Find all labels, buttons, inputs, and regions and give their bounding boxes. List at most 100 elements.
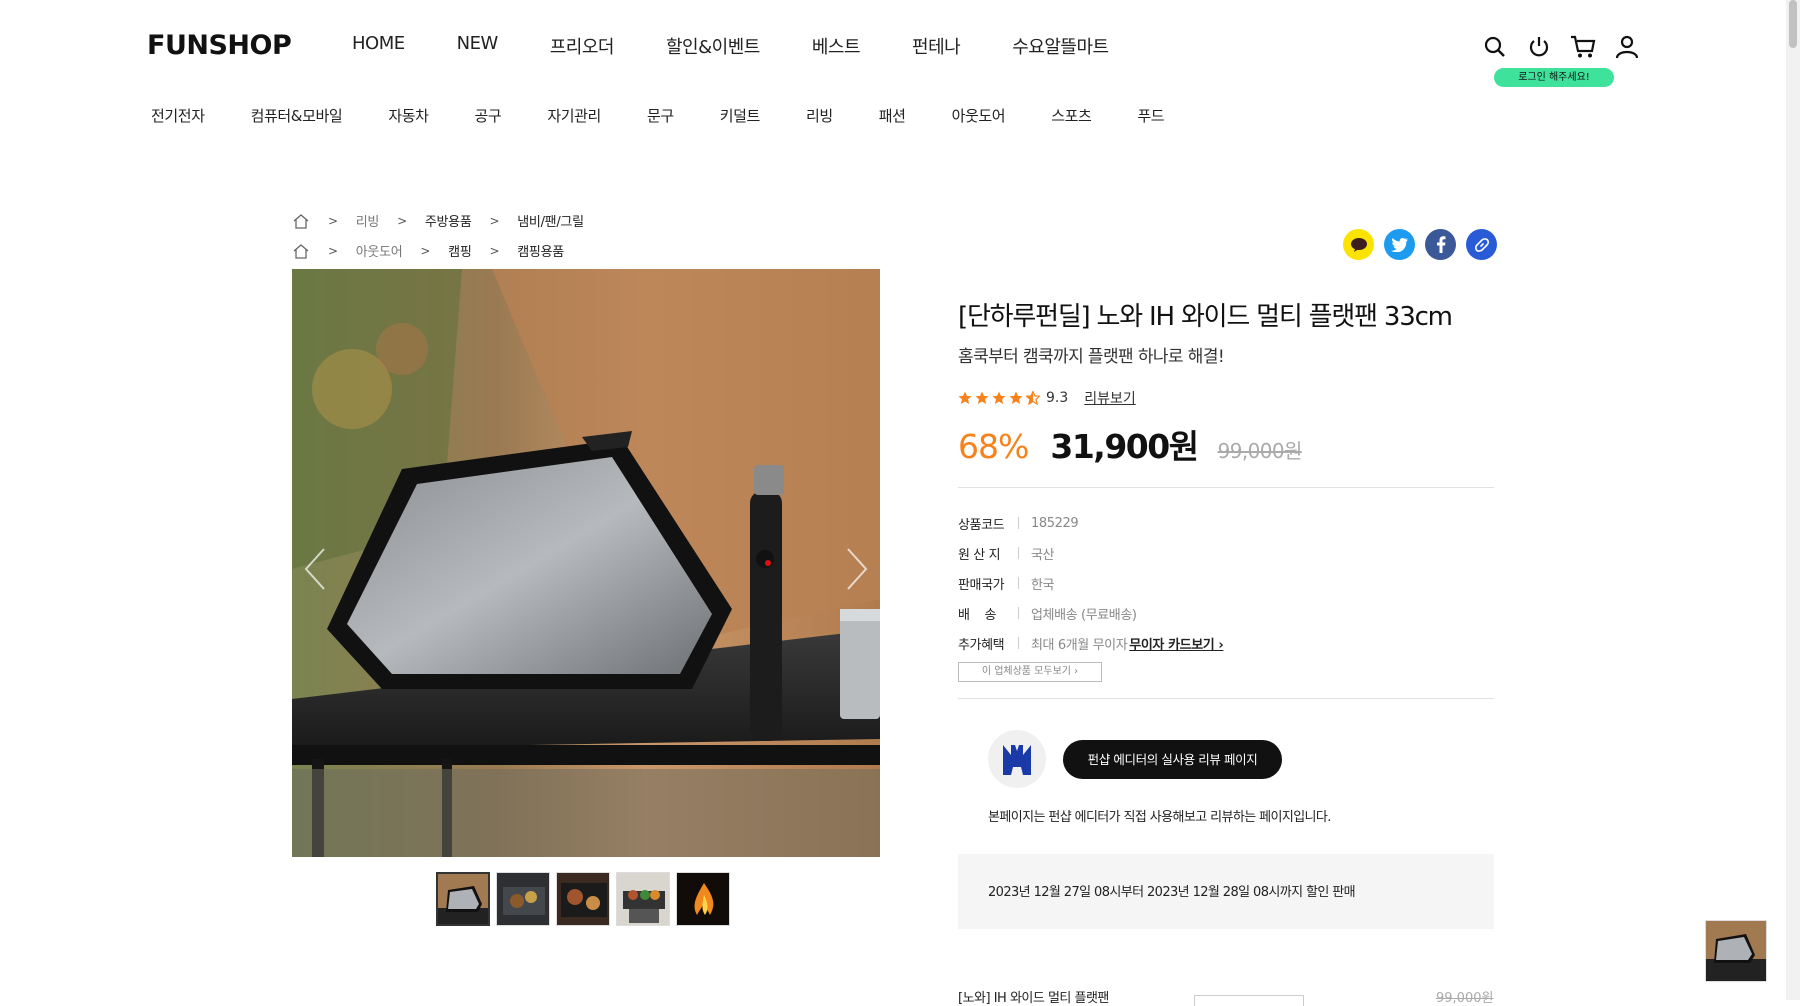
- spec-value: 국산: [1031, 547, 1055, 563]
- recent-view-thumbnail[interactable]: [1705, 920, 1767, 982]
- share-buttons: [1343, 229, 1497, 260]
- review-link[interactable]: 리뷰보기: [1084, 388, 1136, 408]
- star-icon: [992, 391, 1006, 404]
- divider: [958, 487, 1494, 488]
- product-subtitle: 홈쿡부터 캠쿡까지 플랫팬 하나로 해결!: [958, 347, 1225, 367]
- header-icons: [1482, 34, 1640, 60]
- spec-row: 판매국가 한국: [958, 568, 1223, 598]
- power-icon[interactable]: [1526, 34, 1552, 60]
- editor-note: 본페이지는 펀샵 에디터가 직접 사용해보고 리뷰하는 페이지입니다.: [988, 810, 1331, 825]
- nav-preorder[interactable]: 프리오더: [550, 33, 615, 59]
- spec-label: 원 산 지: [958, 547, 1001, 563]
- chevron-right-icon: >: [397, 213, 407, 228]
- vendor-products-button[interactable]: 이 업체상품 모두보기 ›: [958, 662, 1102, 682]
- option-name: [노와] IH 와이드 멀티 플랫팬: [958, 991, 1109, 1006]
- category-nav: 전기전자 컴퓨터&모바일 자동차 공구 자기관리 문구 키덜트 리빙 패션 아웃…: [151, 105, 1210, 126]
- option-price: 99,000원: [1436, 991, 1494, 1006]
- category-car[interactable]: 자동차: [388, 105, 429, 126]
- thumbnail-strip: [436, 872, 730, 926]
- original-price: 99,000원: [1217, 439, 1303, 463]
- thumbnail[interactable]: [496, 872, 550, 926]
- editor-avatar: [988, 730, 1046, 788]
- discount-rate: 68%: [958, 427, 1029, 466]
- breadcrumb: > 아웃도어 > 캠핑 > 캠핑용품: [292, 241, 564, 260]
- category-kidult[interactable]: 키덜트: [720, 105, 761, 126]
- nav-mart[interactable]: 수요알뜰마트: [1012, 33, 1109, 59]
- breadcrumb: > 리빙 > 주방용품 > 냄비/팬/그릴: [292, 211, 584, 230]
- home-icon[interactable]: [292, 213, 310, 229]
- spec-value: 최대 6개월 무이자: [1031, 637, 1128, 653]
- category-selfcare[interactable]: 자기관리: [547, 105, 601, 126]
- breadcrumb-item[interactable]: 냄비/팬/그릴: [517, 211, 584, 230]
- cart-icon[interactable]: [1570, 34, 1596, 60]
- spec-row: 배 송 업체배송 (무료배송): [958, 598, 1223, 628]
- login-badge[interactable]: 로그인 해주세요!: [1494, 68, 1614, 87]
- site-logo[interactable]: FUNSHOP: [147, 30, 292, 61]
- nav-best[interactable]: 베스트: [812, 33, 861, 59]
- sale-period-text: 2023년 12월 27일 08시부터 2023년 12월 28일 08시까지 …: [988, 885, 1356, 900]
- breadcrumb-item[interactable]: 아웃도어: [356, 241, 403, 260]
- rating: 9.3 리뷰보기: [958, 388, 1136, 408]
- home-icon[interactable]: [292, 243, 310, 259]
- kakao-icon[interactable]: [1343, 229, 1374, 260]
- thumbnail[interactable]: [556, 872, 610, 926]
- rating-score: 9.3: [1046, 390, 1069, 406]
- star-icon: [958, 391, 972, 404]
- spec-label: 배 송: [958, 607, 997, 623]
- scrollbar-thumb[interactable]: [1789, 0, 1797, 48]
- editor-review-button[interactable]: 펀샵 에디터의 실사용 리뷰 페이지: [1063, 740, 1282, 779]
- chevron-right-icon: >: [489, 243, 500, 258]
- search-icon[interactable]: [1482, 34, 1508, 60]
- chevron-right-icon: >: [328, 243, 338, 258]
- star-icon: [975, 391, 989, 404]
- nav-home[interactable]: HOME: [352, 33, 405, 59]
- thumbnail[interactable]: [436, 872, 490, 926]
- nav-funtena[interactable]: 펀테나: [912, 33, 961, 59]
- sale-price: 31,900원: [1050, 427, 1199, 466]
- link-icon[interactable]: [1466, 229, 1497, 260]
- category-stationery[interactable]: 문구: [647, 105, 674, 126]
- spec-row: 상품코드 185229: [958, 508, 1223, 538]
- nav-new[interactable]: NEW: [457, 33, 499, 59]
- star-icon: [1009, 391, 1023, 404]
- rating-stars: [958, 391, 1040, 405]
- spec-row: 원 산 지 국산: [958, 538, 1223, 568]
- category-outdoor[interactable]: 아웃도어: [952, 105, 1006, 126]
- category-electronics[interactable]: 전기전자: [151, 105, 205, 126]
- scrollbar[interactable]: [1786, 0, 1800, 1000]
- nav-sale-event[interactable]: 할인&이벤트: [666, 33, 760, 59]
- spec-label: 판매국가: [958, 577, 1005, 593]
- price-box: 68% 31,900원 99,000원: [958, 420, 1302, 468]
- category-living[interactable]: 리빙: [806, 105, 833, 126]
- category-computer-mobile[interactable]: 컴퓨터&모바일: [251, 105, 343, 126]
- twitter-icon[interactable]: [1384, 229, 1415, 260]
- spec-value: 업체배송 (무료배송): [1031, 607, 1137, 623]
- thumbnail[interactable]: [676, 872, 730, 926]
- breadcrumb-item[interactable]: 캠핑용품: [517, 241, 564, 260]
- thumbnail[interactable]: [616, 872, 670, 926]
- breadcrumb-item[interactable]: 캠핑: [448, 241, 472, 260]
- chevron-right-icon: >: [420, 243, 431, 258]
- category-food[interactable]: 푸드: [1137, 105, 1164, 126]
- chevron-right-icon: >: [328, 213, 338, 228]
- half-star-icon: [1026, 391, 1040, 405]
- spec-label: 상품코드: [958, 517, 1005, 533]
- breadcrumb-item[interactable]: 주방용품: [425, 211, 472, 230]
- category-sports[interactable]: 스포츠: [1051, 105, 1092, 126]
- breadcrumb-item[interactable]: 리빙: [356, 211, 380, 230]
- divider: [958, 698, 1494, 699]
- category-fashion[interactable]: 패션: [879, 105, 906, 126]
- facebook-icon[interactable]: [1425, 229, 1456, 260]
- product-main-image[interactable]: [292, 269, 880, 857]
- card-benefit-link[interactable]: 무이자 카드보기 ›: [1129, 634, 1224, 653]
- user-icon[interactable]: [1614, 34, 1640, 60]
- main-nav: HOME NEW 프리오더 할인&이벤트 베스트 펀테나 수요알뜰마트: [352, 33, 1161, 59]
- quantity-stepper[interactable]: [1194, 995, 1304, 1006]
- category-tools[interactable]: 공구: [475, 105, 502, 126]
- spec-row: 추가혜택 최대 6개월 무이자 무이자 카드보기 ›: [958, 628, 1224, 658]
- spec-value: 185229: [1031, 515, 1079, 531]
- spec-label: 추가혜택: [958, 637, 1005, 653]
- chevron-right-icon: >: [489, 213, 500, 228]
- spec-value: 한국: [1031, 577, 1055, 593]
- product-title: [단하루펀딜] 노와 IH 와이드 멀티 플랫팬 33cm: [958, 302, 1453, 332]
